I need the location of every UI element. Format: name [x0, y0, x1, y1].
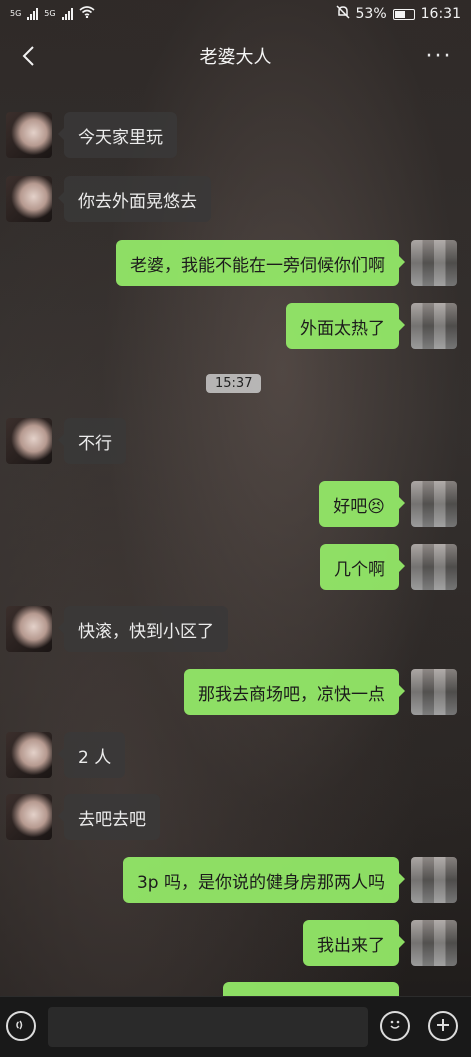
message-bubble[interactable]: 你去外面晃悠去 [58, 176, 211, 222]
contact-avatar[interactable] [6, 418, 52, 464]
clock: 16:31 [420, 6, 461, 22]
contact-avatar[interactable] [6, 794, 52, 840]
message-bubble[interactable]: 去吧去吧 [58, 794, 160, 840]
message-row: 那我去商场吧，凉快一点 [0, 669, 471, 719]
status-right: 53% 16:31 [335, 5, 461, 23]
mute-icon [335, 5, 350, 23]
plus-button[interactable] [428, 1011, 458, 1041]
contact-avatar[interactable] [6, 606, 52, 652]
network-type-1: 5G [10, 9, 22, 18]
message-bubble[interactable]: 3p 吗，是你说的健身房那两人吗 [122, 857, 406, 903]
more-dots-icon: ··· [425, 43, 453, 69]
message-bubble[interactable]: 那我去商场吧，凉快一点 [184, 669, 405, 715]
self-avatar[interactable] [411, 669, 457, 715]
self-avatar[interactable] [411, 240, 457, 286]
chat-title: 老婆大人 [199, 47, 272, 68]
message-bubble[interactable]: 今天家里玩 [58, 112, 177, 158]
partial-message-bubble [223, 982, 399, 996]
message-row: 老婆，我能不能在一旁伺候你们啊 [0, 240, 471, 290]
message-row: 几个啊 [0, 544, 471, 594]
plus-icon [435, 1014, 451, 1038]
message-row: 3p 吗，是你说的健身房那两人吗 [0, 857, 471, 907]
message-row: 去吧去吧 [0, 794, 471, 844]
signal-icon [27, 8, 39, 20]
wifi-icon [79, 6, 95, 22]
contact-avatar[interactable] [6, 112, 52, 158]
self-avatar[interactable] [411, 857, 457, 903]
chevron-left-icon [22, 46, 34, 66]
message-bubble[interactable]: 快滚，快到小区了 [58, 606, 228, 652]
message-bubble[interactable]: 好吧😣 [319, 481, 405, 527]
input-toolbar [0, 996, 471, 1057]
emoji-button[interactable] [380, 1011, 410, 1041]
more-button[interactable]: ··· [419, 36, 459, 76]
message-row: 好吧😣 [0, 481, 471, 531]
message-bubble[interactable]: 我出来了 [303, 920, 405, 966]
battery-icon [392, 8, 415, 20]
back-button[interactable] [8, 36, 48, 76]
battery-percent: 53% [355, 6, 387, 22]
status-bar: 5G 5G 53% 16:31 [0, 0, 471, 28]
network-type-2: 5G [44, 9, 56, 18]
emoji-icon [386, 1015, 404, 1037]
self-avatar[interactable] [411, 544, 457, 590]
status-left: 5G 5G [10, 6, 95, 22]
timestamp: 15:37 [206, 374, 262, 393]
message-bubble[interactable]: 老婆，我能不能在一旁伺候你们啊 [116, 240, 405, 286]
voice-button[interactable] [6, 1011, 36, 1041]
voice-icon [14, 1018, 28, 1035]
self-avatar[interactable] [411, 303, 457, 349]
chat-header: 老婆大人 ··· [0, 28, 471, 84]
message-bubble[interactable]: 外面太热了 [286, 303, 405, 349]
message-row: 外面太热了 [0, 303, 471, 353]
message-row: 我出来了 [0, 920, 471, 970]
message-row: 2 人 [0, 732, 471, 782]
message-row: 不行 [0, 418, 471, 468]
message-list[interactable]: 今天家里玩 你去外面晃悠去 老婆，我能不能在一旁伺候你们啊 外面太热了 15:3… [0, 84, 471, 996]
message-row: 你去外面晃悠去 [0, 176, 471, 226]
contact-avatar[interactable] [6, 732, 52, 778]
message-bubble[interactable]: 不行 [58, 418, 126, 464]
message-row: 快滚，快到小区了 [0, 606, 471, 656]
message-bubble[interactable]: 2 人 [57, 732, 126, 778]
self-avatar[interactable] [411, 481, 457, 527]
signal-icon-2 [61, 8, 73, 20]
message-bubble[interactable]: 几个啊 [320, 544, 405, 590]
contact-avatar[interactable] [6, 176, 52, 222]
message-row: 今天家里玩 [0, 112, 471, 162]
self-avatar[interactable] [411, 920, 457, 966]
message-input[interactable] [48, 1007, 368, 1047]
